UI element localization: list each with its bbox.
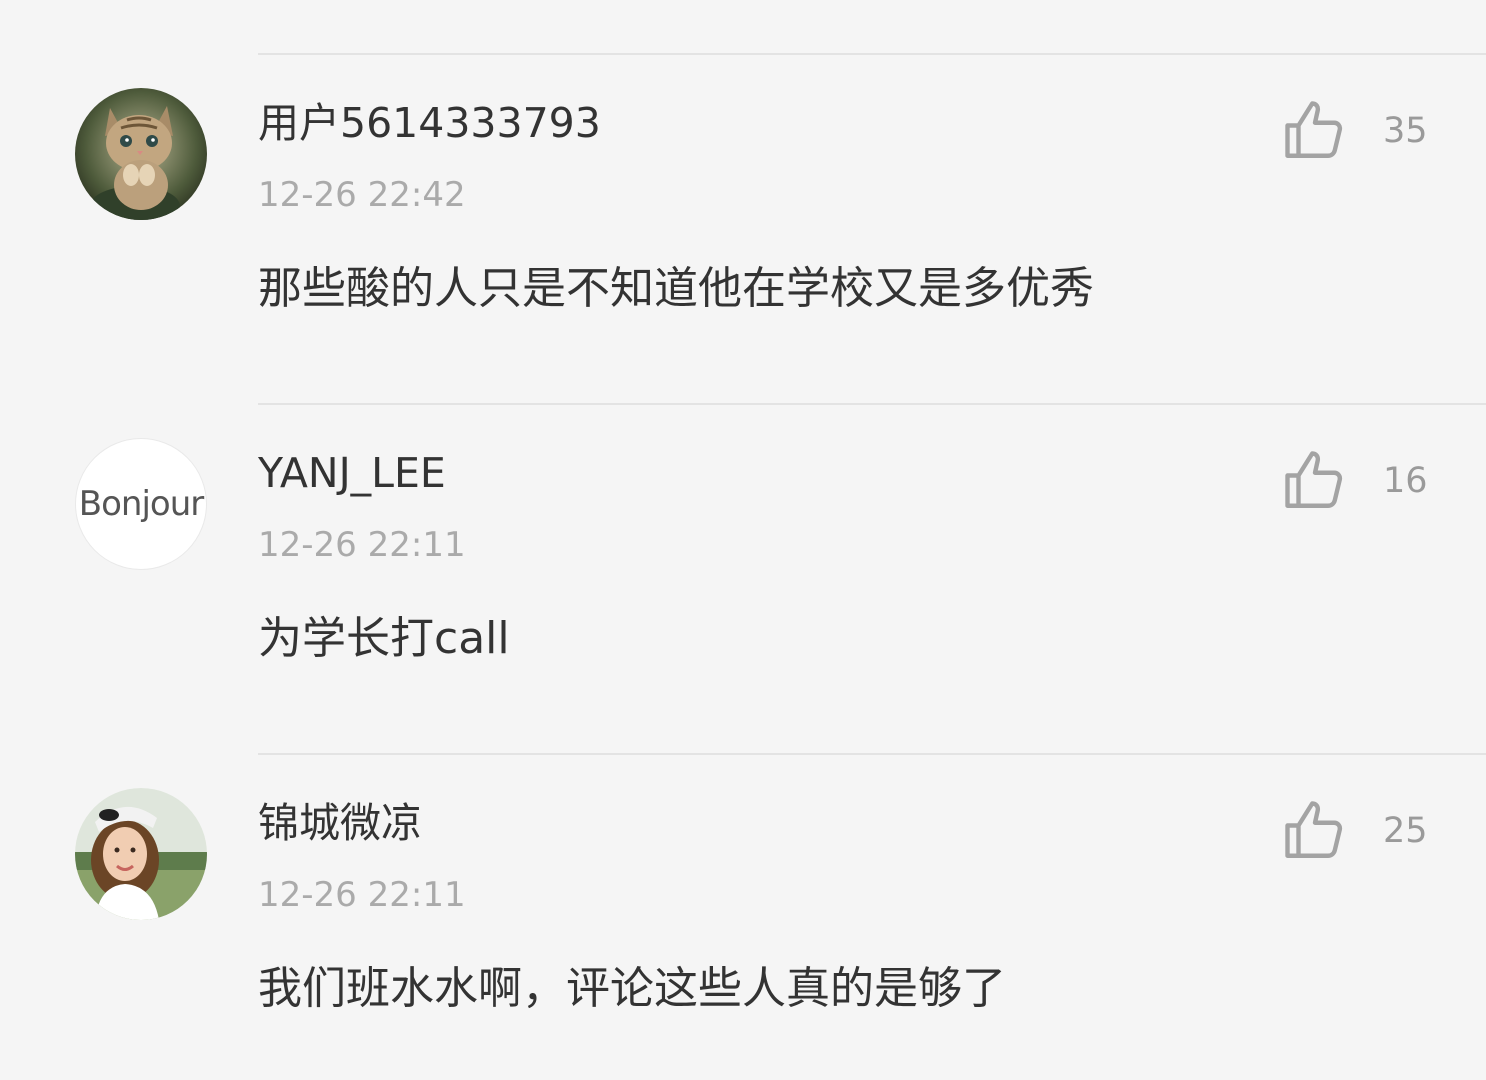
- comment-item: 锦城微凉 12-26 22:11 我们班水水啊，评论这些人真的是够了 25: [0, 700, 1486, 1050]
- cat-avatar-icon: [75, 88, 207, 220]
- avatar[interactable]: [75, 88, 207, 220]
- like-count: 25: [1383, 811, 1428, 851]
- comment-item: Bonjour YANJ_LEE 12-26 22:11 为学长打call 16: [0, 350, 1486, 700]
- comment-text: 我们班水水啊，评论这些人真的是够了: [258, 963, 1006, 1014]
- avatar[interactable]: Bonjour: [75, 438, 207, 570]
- timestamp: 12-26 22:11: [258, 525, 466, 565]
- thumbs-up-icon: [1285, 801, 1343, 858]
- comment-text: 那些酸的人只是不知道他在学校又是多优秀: [258, 263, 1094, 314]
- like-button[interactable]: 16: [1282, 448, 1442, 514]
- girl-avatar-icon: [75, 788, 207, 920]
- like-button[interactable]: 25: [1282, 798, 1442, 864]
- thumbs-up-icon: [1285, 101, 1343, 158]
- comment-text: 为学长打call: [258, 613, 510, 664]
- avatar[interactable]: [75, 788, 207, 920]
- username[interactable]: YANJ_LEE: [258, 447, 446, 499]
- timestamp: 12-26 22:11: [258, 875, 466, 915]
- timestamp: 12-26 22:42: [258, 175, 466, 215]
- avatar-text: Bonjour: [78, 484, 204, 524]
- like-count: 35: [1383, 111, 1428, 151]
- username[interactable]: 用户5614333793: [258, 97, 601, 149]
- username[interactable]: 锦城微凉: [258, 797, 422, 849]
- thumbs-up-icon: [1285, 451, 1343, 508]
- comment-item: 用户5614333793 12-26 22:42 那些酸的人只是不知道他在学校又…: [0, 0, 1486, 350]
- like-count: 16: [1383, 461, 1428, 501]
- like-button[interactable]: 35: [1282, 98, 1442, 164]
